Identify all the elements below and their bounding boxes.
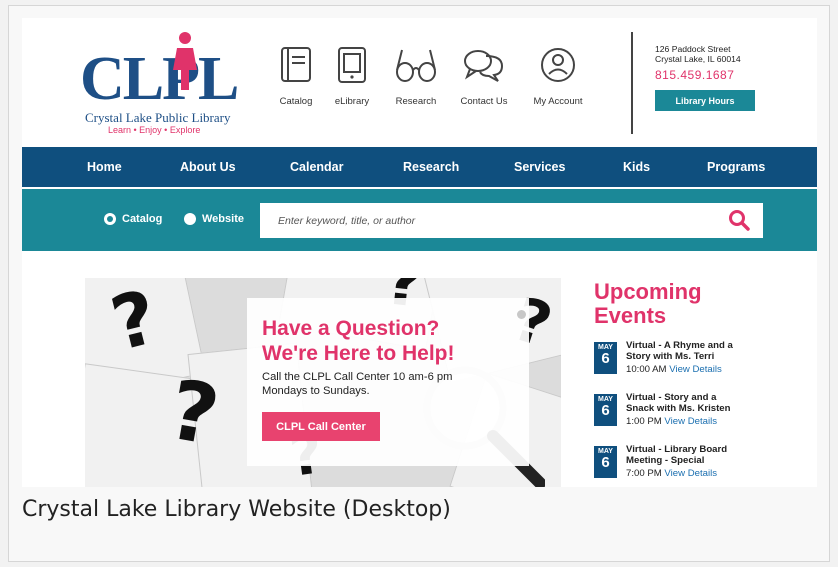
- quick-link-label: eLibrary: [334, 96, 370, 107]
- event-time: 1:00 PM View Details: [626, 416, 717, 427]
- call-center-button[interactable]: CLPL Call Center: [262, 412, 380, 441]
- event-time: 10:00 AM View Details: [626, 364, 722, 375]
- hero-card: Have a Question? We're Here to Help! Cal…: [247, 298, 529, 466]
- event-item[interactable]: MAY 6 Virtual - Story and a Snack with M…: [594, 392, 814, 438]
- event-title[interactable]: Virtual - Story and a Snack with Ms. Kri…: [626, 392, 731, 414]
- website-screenshot: CLPL Crystal Lake Public Library Learn •…: [22, 18, 817, 487]
- event-title-line: Meeting - Special: [626, 455, 705, 466]
- hero-title: Have a Question? We're Here to Help!: [262, 316, 455, 366]
- quick-link-elibrary[interactable]: eLibrary: [317, 46, 387, 107]
- event-day: 6: [601, 454, 610, 471]
- event-item[interactable]: MAY 6 Virtual - A Rhyme and a Story with…: [594, 340, 814, 386]
- search-icon[interactable]: [728, 209, 750, 231]
- event-time-value: 7:00 PM: [626, 468, 662, 479]
- quick-link-label: My Account: [533, 96, 583, 107]
- event-time-value: 10:00 AM: [626, 364, 667, 375]
- hero-text-line: Mondays to Sundays.: [262, 385, 370, 397]
- nav-item-programs[interactable]: Programs: [707, 147, 765, 187]
- hero-banner: ? ? ? ? ? Have a Question? We're Here to…: [85, 278, 561, 487]
- event-title-line: Virtual - A Rhyme and a: [626, 340, 733, 351]
- nav-item-calendar[interactable]: Calendar: [290, 147, 344, 187]
- nav-item-about-us[interactable]: About Us: [180, 147, 236, 187]
- event-title-line: Story with Ms. Terri: [626, 351, 715, 362]
- radio-unselected-icon: [184, 213, 196, 225]
- view-details-link[interactable]: View Details: [664, 416, 717, 427]
- library-logo[interactable]: CLPL Crystal Lake Public Library Learn •…: [80, 28, 240, 138]
- figure-caption: Crystal Lake Library Website (Desktop): [22, 497, 451, 522]
- chat-bubbles-icon: [464, 50, 504, 82]
- contact-block: 126 Paddock Street Crystal Lake, IL 6001…: [655, 44, 785, 111]
- logo-tagline: Learn • Enjoy • Explore: [108, 125, 201, 135]
- address-line: 126 Paddock Street: [655, 44, 731, 54]
- user-circle-icon: [541, 48, 575, 82]
- quick-link-my-account[interactable]: My Account: [523, 46, 593, 107]
- event-title[interactable]: Virtual - A Rhyme and a Story with Ms. T…: [626, 340, 733, 362]
- decorative-dot: [517, 310, 526, 319]
- site-header: CLPL Crystal Lake Public Library Learn •…: [22, 18, 817, 146]
- header-divider: [631, 32, 633, 134]
- search-bar: Catalog Website: [22, 189, 817, 251]
- event-item[interactable]: MAY 6 Virtual - Library Board Meeting - …: [594, 444, 814, 487]
- event-title-line: Virtual - Library Board: [626, 444, 728, 455]
- radio-label: Website: [202, 213, 244, 225]
- quick-link-contact-us[interactable]: Contact Us: [449, 46, 519, 107]
- tablet-icon: [338, 47, 366, 83]
- event-date-badge: MAY 6: [594, 446, 617, 478]
- address-line: Crystal Lake, IL 60014: [655, 54, 741, 64]
- event-title-line: Snack with Ms. Kristen: [626, 403, 731, 414]
- quick-link-label: Research: [395, 96, 437, 107]
- event-date-badge: MAY 6: [594, 342, 617, 374]
- radio-label: Catalog: [122, 213, 163, 225]
- event-day: 6: [601, 350, 610, 367]
- event-time: 7:00 PM View Details: [626, 468, 717, 479]
- events-heading: Upcoming Events: [594, 280, 702, 328]
- logo-mark: CLPL: [80, 45, 239, 113]
- radio-selected-icon: [104, 213, 116, 225]
- hero-title-line: We're Here to Help!: [262, 342, 455, 365]
- phone-number[interactable]: 815.459.1687: [655, 68, 785, 82]
- logo-name: Crystal Lake Public Library: [85, 110, 231, 125]
- search-option-website[interactable]: Website: [184, 213, 244, 225]
- event-title[interactable]: Virtual - Library Board Meeting - Specia…: [626, 444, 727, 466]
- glasses-icon: [396, 49, 436, 82]
- main-nav: Home About Us Calendar Research Services…: [22, 147, 817, 187]
- hero-text-line: Call the CLPL Call Center 10 am-6 pm: [262, 371, 453, 383]
- quick-link-label: Contact Us: [460, 96, 508, 107]
- event-title-line: Virtual - Story and a: [626, 392, 717, 403]
- event-date-badge: MAY 6: [594, 394, 617, 426]
- quick-link-research[interactable]: Research: [381, 46, 451, 107]
- nav-item-services[interactable]: Services: [514, 147, 565, 187]
- nav-item-home[interactable]: Home: [87, 147, 122, 187]
- events-heading-line: Events: [594, 303, 667, 328]
- hero-text: Call the CLPL Call Center 10 am-6 pm Mon…: [262, 370, 452, 398]
- hero-title-line: Have a Question?: [262, 317, 440, 340]
- nav-item-kids[interactable]: Kids: [623, 147, 650, 187]
- nav-item-research[interactable]: Research: [403, 147, 459, 187]
- logo-person-icon: [173, 32, 197, 90]
- book-icon: [281, 47, 311, 82]
- library-hours-button[interactable]: Library Hours: [655, 90, 755, 111]
- event-time-value: 1:00 PM: [626, 416, 662, 427]
- events-heading-line: Upcoming: [594, 279, 702, 304]
- search-input[interactable]: [260, 203, 763, 238]
- view-details-link[interactable]: View Details: [669, 364, 722, 375]
- view-details-link[interactable]: View Details: [664, 468, 717, 479]
- search-option-catalog[interactable]: Catalog: [104, 213, 162, 225]
- event-day: 6: [601, 402, 610, 419]
